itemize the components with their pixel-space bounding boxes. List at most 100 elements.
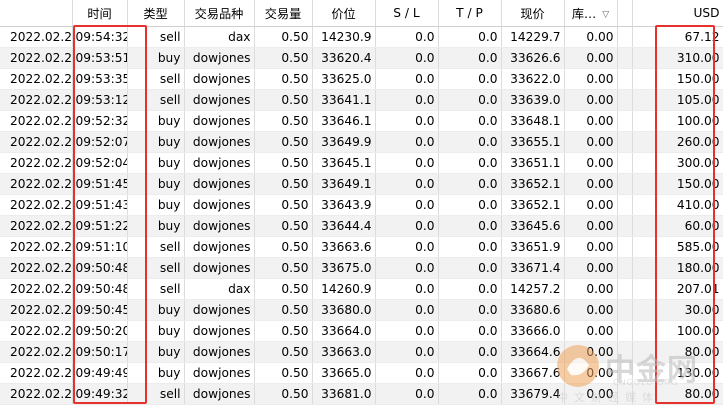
cell-date: 2022.02.28 xyxy=(0,26,73,48)
table-row[interactable]: 2022.02.2809:53:51buydowjones0.5033620.4… xyxy=(0,47,723,69)
cell-profit: 80.00 xyxy=(632,341,723,363)
cell-volume: 0.50 xyxy=(254,299,313,321)
cell-tp: 0.0 xyxy=(438,68,502,90)
cell-date: 2022.02.28 xyxy=(0,47,73,69)
cell-date: 2022.02.28 xyxy=(0,215,73,237)
cell-spacer xyxy=(617,320,633,342)
table-row[interactable]: 2022.02.2809:50:48selldowjones0.5033675.… xyxy=(0,257,723,279)
cell-time: 09:54:32 xyxy=(72,26,128,48)
cell-price: 14230.9 xyxy=(312,26,376,48)
cell-current: 33679.4 xyxy=(501,383,565,405)
cell-spacer xyxy=(617,215,633,237)
cell-spacer xyxy=(617,47,633,69)
cell-sl: 0.0 xyxy=(375,110,439,132)
cell-profit: 585.00 xyxy=(632,236,723,258)
cell-current: 33651.9 xyxy=(501,236,565,258)
cell-swap: 0.00 xyxy=(564,215,618,237)
cell-current: 33652.1 xyxy=(501,173,565,195)
table-row[interactable]: 2022.02.2809:54:32selldax0.5014230.90.00… xyxy=(0,26,723,48)
cell-time: 09:50:48 xyxy=(72,278,128,300)
table-row[interactable]: 2022.02.2809:49:49buydowjones0.5033665.0… xyxy=(0,362,723,384)
cell-profit: 260.00 xyxy=(632,131,723,153)
col-swap-header[interactable]: 库… ▽ xyxy=(564,0,618,27)
table-row[interactable]: 2022.02.2809:52:32buydowjones0.5033646.1… xyxy=(0,110,723,132)
col-type-header[interactable]: 类型 xyxy=(127,0,185,27)
cell-time: 09:50:17 xyxy=(72,341,128,363)
col-volume-header[interactable]: 交易量 xyxy=(254,0,313,27)
cell-sl: 0.0 xyxy=(375,26,439,48)
cell-time: 09:49:49 xyxy=(72,362,128,384)
cell-tp: 0.0 xyxy=(438,278,502,300)
col-tp-header[interactable]: T / P xyxy=(438,0,502,27)
cell-tp: 0.0 xyxy=(438,110,502,132)
cell-current: 14257.2 xyxy=(501,278,565,300)
table-row[interactable]: 2022.02.2809:53:35selldowjones0.5033625.… xyxy=(0,68,723,90)
table-row[interactable]: 2022.02.2809:49:32selldowjones0.5033681.… xyxy=(0,383,723,405)
cell-price: 33643.9 xyxy=(312,194,376,216)
cell-current: 33651.1 xyxy=(501,152,565,174)
cell-spacer xyxy=(617,236,633,258)
cell-volume: 0.50 xyxy=(254,152,313,174)
cell-date: 2022.02.28 xyxy=(0,152,73,174)
table-row[interactable]: 2022.02.2809:51:43buydowjones0.5033643.9… xyxy=(0,194,723,216)
cell-date: 2022.02.28 xyxy=(0,131,73,153)
cell-price: 33663.6 xyxy=(312,236,376,258)
cell-symbol: dowjones xyxy=(184,47,255,69)
cell-swap: 0.00 xyxy=(564,131,618,153)
table-row[interactable]: 2022.02.2809:52:07buydowjones0.5033649.9… xyxy=(0,131,723,153)
cell-current: 33622.0 xyxy=(501,68,565,90)
table-row[interactable]: 2022.02.2809:50:48selldax0.5014260.90.00… xyxy=(0,278,723,300)
cell-symbol: dowjones xyxy=(184,89,255,111)
table-row[interactable]: 2022.02.2809:53:12selldowjones0.5033641.… xyxy=(0,89,723,111)
cell-date: 2022.02.28 xyxy=(0,110,73,132)
cell-sl: 0.0 xyxy=(375,215,439,237)
cell-symbol: dowjones xyxy=(184,320,255,342)
col-current-header[interactable]: 现价 xyxy=(501,0,565,27)
cell-current: 33666.0 xyxy=(501,320,565,342)
cell-spacer xyxy=(617,173,633,195)
table-row[interactable]: 2022.02.2809:52:04buydowjones0.5033645.1… xyxy=(0,152,723,174)
cell-swap: 0.00 xyxy=(564,89,618,111)
cell-date: 2022.02.28 xyxy=(0,257,73,279)
cell-symbol: dowjones xyxy=(184,215,255,237)
col-date-header[interactable] xyxy=(0,0,73,27)
cell-sl: 0.0 xyxy=(375,341,439,363)
cell-swap: 0.00 xyxy=(564,320,618,342)
cell-tp: 0.0 xyxy=(438,320,502,342)
table-row[interactable]: 2022.02.2809:51:22buydowjones0.5033644.4… xyxy=(0,215,723,237)
cell-current: 33652.1 xyxy=(501,194,565,216)
col-symbol-header[interactable]: 交易品种 xyxy=(184,0,255,27)
table-row[interactable]: 2022.02.2809:50:45buydowjones0.5033680.0… xyxy=(0,299,723,321)
cell-symbol: dax xyxy=(184,26,255,48)
col-price-header[interactable]: 价位 xyxy=(312,0,376,27)
cell-profit: 80.00 xyxy=(632,383,723,405)
cell-price: 33675.0 xyxy=(312,257,376,279)
table-row[interactable]: 2022.02.2809:50:20buydowjones0.5033664.0… xyxy=(0,320,723,342)
cell-type: sell xyxy=(127,278,185,300)
cell-profit: 180.00 xyxy=(632,257,723,279)
cell-profit: 410.00 xyxy=(632,194,723,216)
cell-volume: 0.50 xyxy=(254,110,313,132)
cell-tp: 0.0 xyxy=(438,236,502,258)
table-row[interactable]: 2022.02.2809:50:17buydowjones0.5033663.0… xyxy=(0,341,723,363)
col-sl-header[interactable]: S / L xyxy=(375,0,439,27)
cell-symbol: dowjones xyxy=(184,68,255,90)
cell-type: sell xyxy=(127,383,185,405)
cell-price: 33664.0 xyxy=(312,320,376,342)
table-row[interactable]: 2022.02.2809:51:10selldowjones0.5033663.… xyxy=(0,236,723,258)
col-profit-header[interactable]: USD xyxy=(632,0,723,27)
cell-spacer xyxy=(617,152,633,174)
col-spacer-header xyxy=(617,0,633,27)
cell-spacer xyxy=(617,68,633,90)
col-time-header[interactable]: 时间 xyxy=(72,0,128,27)
cell-time: 09:51:45 xyxy=(72,173,128,195)
cell-spacer xyxy=(617,341,633,363)
table-row[interactable]: 2022.02.2809:51:45buydowjones0.5033649.1… xyxy=(0,173,723,195)
cell-date: 2022.02.28 xyxy=(0,89,73,111)
cell-symbol: dowjones xyxy=(184,236,255,258)
cell-type: sell xyxy=(127,257,185,279)
cell-tp: 0.0 xyxy=(438,383,502,405)
cell-sl: 0.0 xyxy=(375,68,439,90)
cell-current: 33680.6 xyxy=(501,299,565,321)
cell-tp: 0.0 xyxy=(438,194,502,216)
